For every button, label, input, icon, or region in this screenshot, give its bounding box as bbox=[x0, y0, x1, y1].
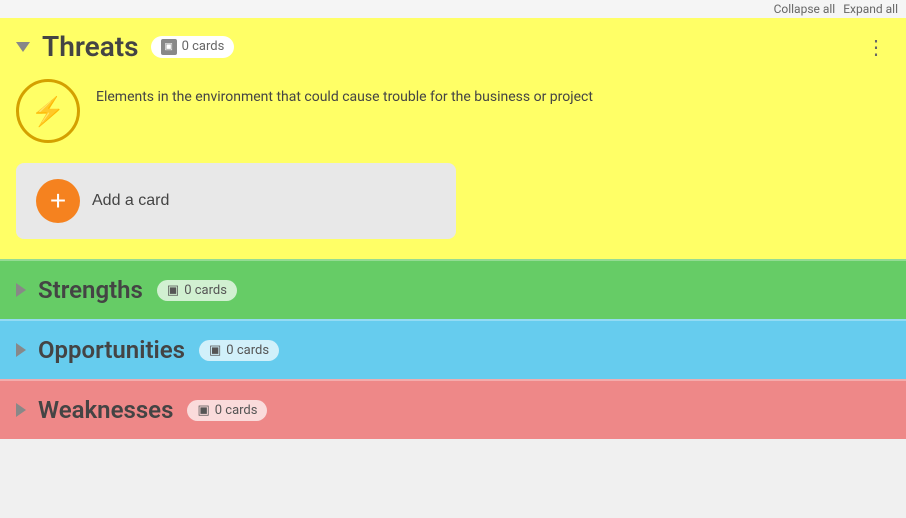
threats-description: Elements in the environment that could c… bbox=[96, 79, 593, 108]
threats-cards-badge: ▣ 0 cards bbox=[151, 36, 235, 58]
strengths-badge-icon: ▣ bbox=[167, 283, 179, 298]
weaknesses-section[interactable]: Weaknesses ▣ 0 cards bbox=[0, 379, 906, 439]
strengths-title: Strengths bbox=[38, 276, 143, 304]
opportunities-cards-badge: ▣ 0 cards bbox=[199, 340, 279, 361]
threats-more-button[interactable]: ⋮ bbox=[862, 34, 890, 62]
threats-section: Threats ▣ 0 cards ⋮ ⚡ Elements in the en… bbox=[0, 18, 906, 259]
threats-chevron-down-icon[interactable] bbox=[16, 42, 30, 52]
strengths-chevron-right-icon bbox=[16, 283, 26, 297]
add-card-icon: + bbox=[36, 179, 80, 223]
cards-badge-icon: ▣ bbox=[161, 39, 177, 55]
opportunities-badge-icon: ▣ bbox=[209, 343, 221, 358]
weaknesses-cards-badge: ▣ 0 cards bbox=[187, 400, 267, 421]
top-bar-actions: Collapse all Expand all bbox=[774, 2, 898, 16]
threats-icon-circle: ⚡ bbox=[16, 79, 80, 143]
weaknesses-card-count: 0 cards bbox=[215, 403, 258, 418]
top-bar: Collapse all Expand all bbox=[0, 0, 906, 18]
threats-card-count: 0 cards bbox=[182, 39, 225, 54]
threats-description-row: ⚡ Elements in the environment that could… bbox=[16, 79, 890, 143]
opportunities-title: Opportunities bbox=[38, 336, 185, 364]
add-card-button[interactable]: + Add a card bbox=[16, 163, 456, 239]
weaknesses-title: Weaknesses bbox=[38, 396, 173, 424]
strengths-section[interactable]: Strengths ▣ 0 cards bbox=[0, 259, 906, 319]
strengths-cards-badge: ▣ 0 cards bbox=[157, 280, 237, 301]
lightning-bolt-icon: ⚡ bbox=[31, 95, 66, 128]
weaknesses-chevron-right-icon bbox=[16, 403, 26, 417]
opportunities-section[interactable]: Opportunities ▣ 0 cards bbox=[0, 319, 906, 379]
weaknesses-badge-icon: ▣ bbox=[197, 403, 209, 418]
opportunities-card-count: 0 cards bbox=[226, 343, 269, 358]
threats-header: Threats ▣ 0 cards bbox=[16, 30, 890, 63]
opportunities-chevron-right-icon bbox=[16, 343, 26, 357]
collapse-all-link[interactable]: Collapse all bbox=[774, 2, 836, 16]
threats-title: Threats bbox=[42, 30, 139, 63]
add-card-label: Add a card bbox=[92, 192, 169, 210]
expand-all-link[interactable]: Expand all bbox=[843, 2, 898, 16]
strengths-card-count: 0 cards bbox=[184, 283, 227, 298]
